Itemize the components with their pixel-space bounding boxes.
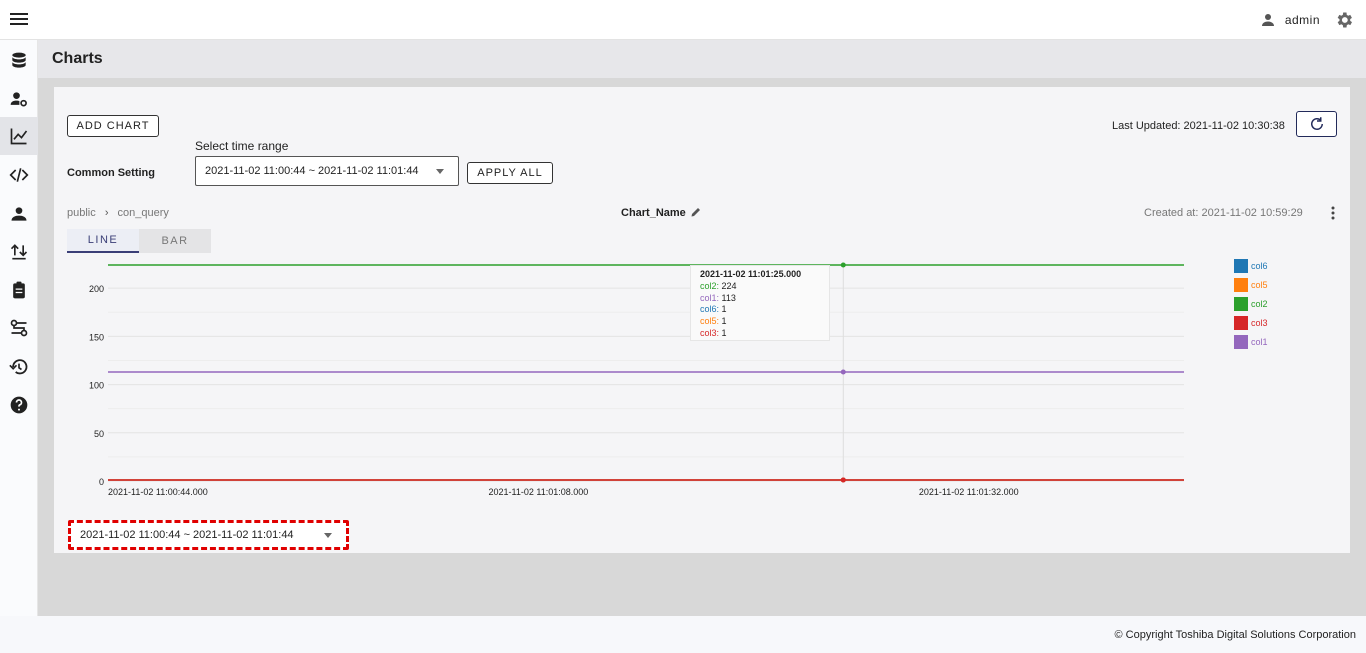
chart-icon [10, 128, 28, 145]
sidebar-item-configuration[interactable] [0, 309, 38, 347]
copyright-text: © Copyright Toshiba Digital Solutions Co… [1114, 629, 1356, 641]
code-icon [9, 168, 29, 182]
tooltip-row-label: col3: [700, 327, 722, 338]
x-tick-label: 2021-11-02 11:00:44.000 [108, 487, 208, 497]
tooltip-row: col1: 113 [700, 293, 829, 305]
tooltip-title: 2021-11-02 11:01:25.000 [700, 269, 802, 279]
legend-label: col1 [1251, 336, 1268, 347]
legend-swatch [1234, 258, 1248, 273]
legend-swatch [1234, 334, 1248, 349]
legend-swatch [1234, 315, 1248, 330]
sidebar-item-query[interactable] [0, 156, 38, 194]
page-title: Charts [52, 50, 103, 67]
sidebar-item-users[interactable] [0, 195, 38, 233]
user-settings-icon [10, 92, 27, 107]
sidebar [0, 40, 38, 616]
y-tick-label: 100 [89, 381, 104, 391]
chevron-down-icon [324, 533, 332, 538]
tooltip-row-value: 1 [721, 327, 727, 338]
page-header: Charts [38, 40, 1366, 78]
gear-icon[interactable] [1334, 10, 1354, 30]
tooltip-row-value: 1 [721, 316, 727, 327]
settings-flow-icon [10, 319, 28, 337]
hover-point-col2 [840, 262, 846, 268]
legend-label: col5 [1251, 279, 1268, 290]
legend-item-col3[interactable]: col3 [1234, 313, 1268, 332]
y-tick-label: 50 [94, 429, 104, 439]
database-icon [12, 52, 26, 68]
sidebar-item-database[interactable] [0, 42, 38, 80]
tooltip-row: col2: 224 [700, 281, 829, 293]
sidebar-item-tasks[interactable] [0, 271, 38, 309]
help-icon [10, 396, 28, 414]
chart-legend: col6 col5 col2 col3 col1 [1234, 256, 1268, 351]
legend-label: col6 [1251, 260, 1268, 271]
legend-swatch [1234, 296, 1248, 311]
import-export-icon [10, 244, 28, 260]
tooltip-row-label: col6: [700, 304, 722, 315]
tooltip-row-value: 1 [721, 304, 727, 315]
restore-icon [9, 359, 28, 375]
footer: © Copyright Toshiba Digital Solutions Co… [0, 616, 1366, 653]
tooltip-row: col6: 1 [700, 304, 829, 316]
tooltip-row-label: col1: [700, 292, 722, 303]
legend-label: col2 [1251, 298, 1268, 309]
sidebar-item-restore[interactable] [0, 348, 38, 386]
tooltip-row: col5: 1 [700, 316, 829, 328]
y-tick-label: 0 [99, 477, 104, 487]
hover-point-col1 [840, 369, 846, 375]
chart-time-range-select[interactable]: 2021-11-02 11:00:44 ~ 2021-11-02 11:01:4… [68, 520, 349, 550]
y-tick-label: 200 [89, 284, 104, 294]
tooltip-row-label: col5: [700, 316, 722, 327]
tooltip-row: col3: 1 [700, 328, 829, 340]
users-icon [11, 207, 27, 221]
legend-label: col3 [1251, 317, 1268, 328]
tooltip-row-label: col2: [700, 280, 722, 291]
sidebar-item-user-settings[interactable] [0, 80, 38, 118]
legend-swatch [1234, 277, 1248, 292]
user-name[interactable]: admin [1285, 13, 1320, 27]
sidebar-item-charts[interactable] [0, 117, 38, 155]
y-tick-label: 150 [89, 332, 104, 342]
tooltip-row-value: 224 [721, 280, 737, 291]
user-icon[interactable] [1259, 11, 1277, 29]
chart-time-range-value: 2021-11-02 11:00:44 ~ 2021-11-02 11:01:4… [80, 529, 294, 541]
user-area: admin [1259, 10, 1354, 30]
legend-item-col2[interactable]: col2 [1234, 294, 1268, 313]
legend-item-col6[interactable]: col6 [1234, 256, 1268, 275]
x-tick-label: 2021-11-02 11:01:32.000 [919, 487, 1019, 497]
sidebar-item-help[interactable] [0, 386, 38, 424]
sidebar-item-import-export[interactable] [0, 233, 38, 271]
hover-point-col3 [840, 477, 846, 483]
clipboard-icon [13, 281, 25, 299]
hamburger-menu-icon[interactable] [8, 10, 30, 30]
legend-item-col5[interactable]: col5 [1234, 275, 1268, 294]
charts-card: ADD CHART Last Updated: 2021-11-02 10:30… [54, 87, 1350, 553]
chart-tooltip: 2021-11-02 11:01:25.000 col2: 224 col1: 1… [690, 265, 830, 341]
tooltip-row-value: 113 [721, 292, 736, 303]
legend-item-col1[interactable]: col1 [1234, 332, 1268, 351]
x-tick-label: 2021-11-02 11:01:08.000 [489, 487, 589, 497]
top-app-bar: admin [0, 0, 1366, 40]
